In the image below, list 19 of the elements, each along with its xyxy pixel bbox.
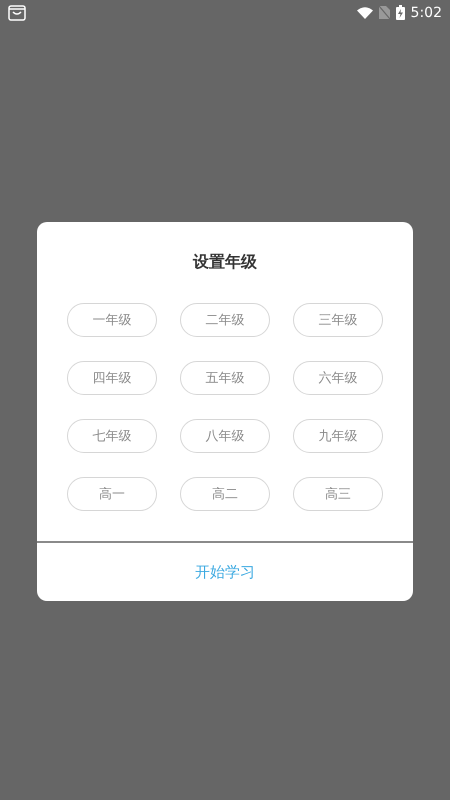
dialog-title: 设置年级 bbox=[193, 252, 257, 272]
no-sim-icon bbox=[378, 6, 390, 19]
grade-option[interactable]: 七年级 bbox=[67, 419, 157, 453]
grade-option[interactable]: 高二 bbox=[180, 477, 270, 511]
grade-option[interactable]: 二年级 bbox=[180, 303, 270, 337]
battery-icon bbox=[396, 5, 405, 20]
grade-option[interactable]: 五年级 bbox=[180, 361, 270, 395]
wifi-icon bbox=[356, 6, 373, 18]
notification-icon bbox=[8, 4, 26, 20]
clock-time: 5:02 bbox=[410, 4, 442, 20]
grade-option[interactable]: 九年级 bbox=[293, 419, 383, 453]
grade-option[interactable]: 三年级 bbox=[293, 303, 383, 337]
start-learning-button[interactable]: 开始学习 bbox=[37, 543, 413, 601]
grade-option[interactable]: 一年级 bbox=[67, 303, 157, 337]
grade-option[interactable]: 四年级 bbox=[67, 361, 157, 395]
grade-option[interactable]: 高一 bbox=[67, 477, 157, 511]
grade-option[interactable]: 高三 bbox=[293, 477, 383, 511]
grade-option[interactable]: 八年级 bbox=[180, 419, 270, 453]
grade-option[interactable]: 六年级 bbox=[293, 361, 383, 395]
